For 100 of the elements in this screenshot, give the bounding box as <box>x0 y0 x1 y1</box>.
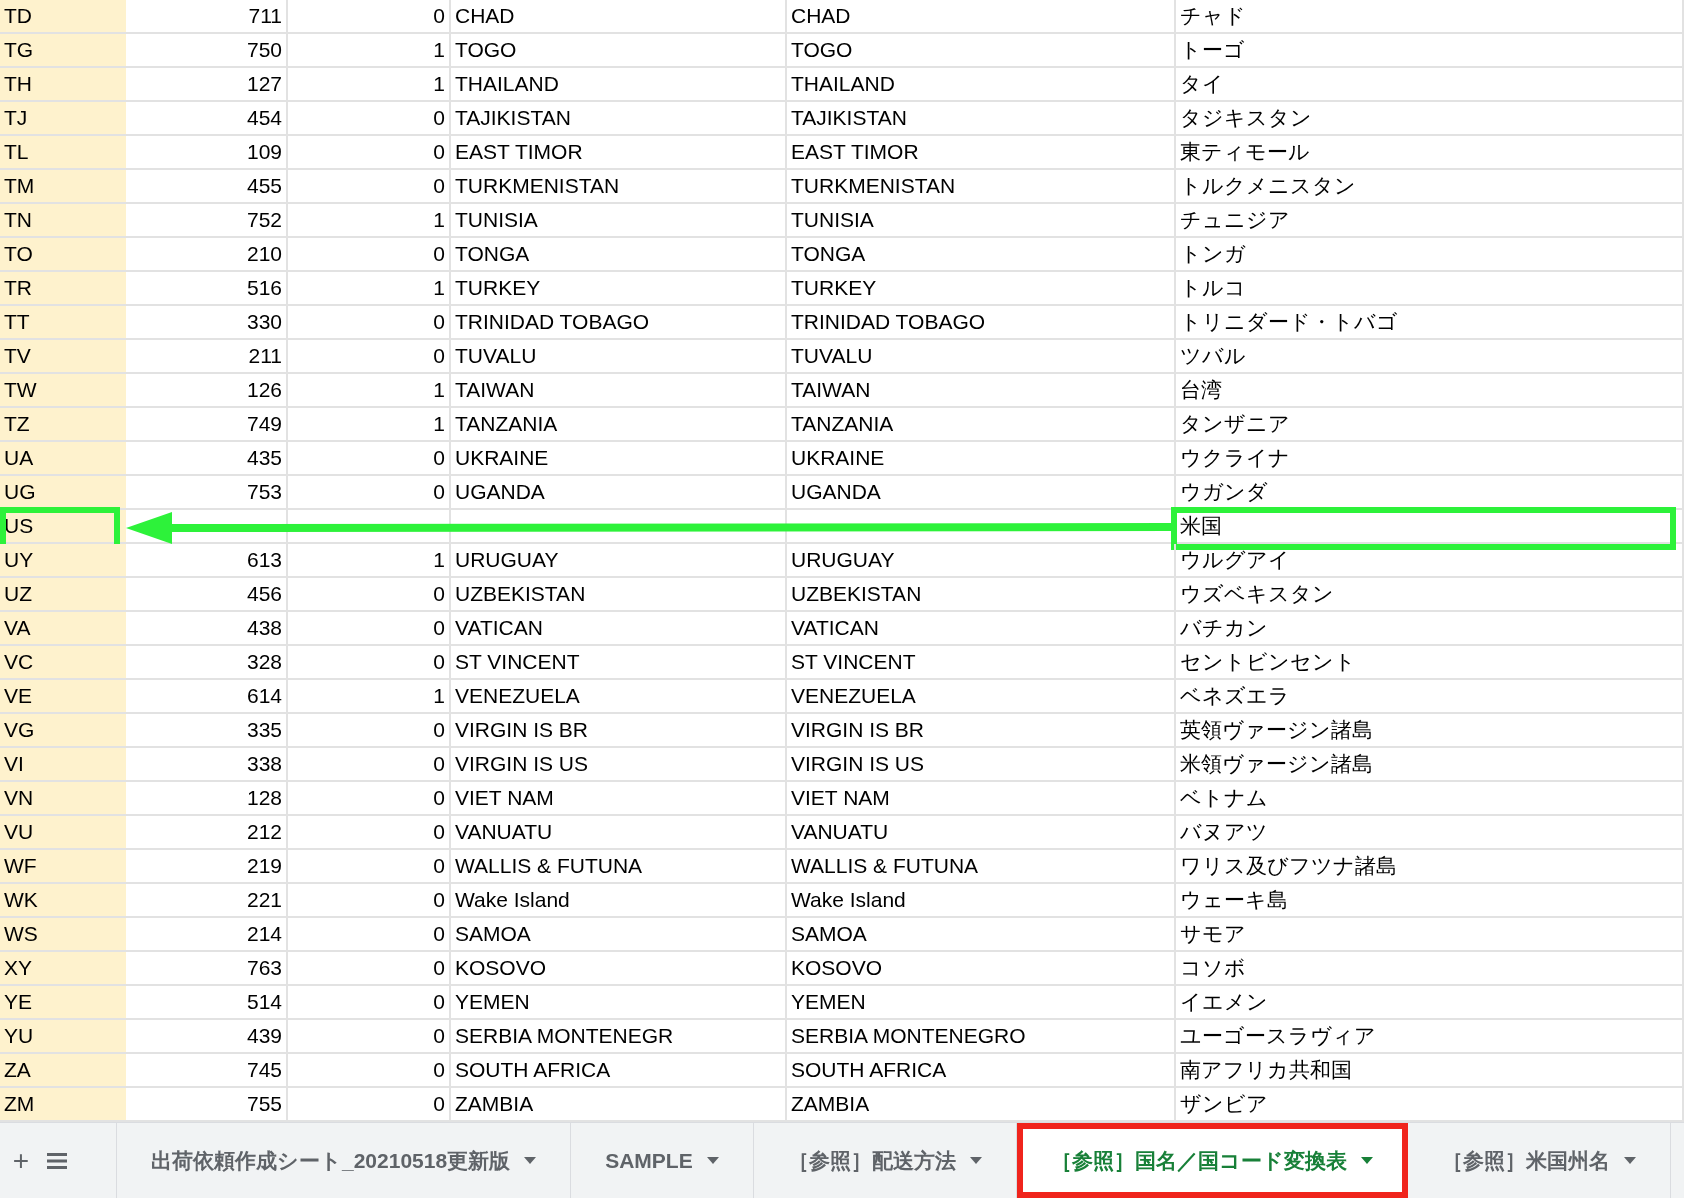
caret-icon <box>706 1157 719 1164</box>
table-cell: 614 <box>126 680 288 714</box>
table-cell: SOUTH AFRICA <box>451 1054 787 1088</box>
table-cell: TRINIDAD TOBAGO <box>451 306 787 340</box>
table-cell: SAMOA <box>787 918 1176 952</box>
table-cell: TAIWAN <box>451 374 787 408</box>
table-cell: UZ <box>0 578 126 612</box>
table-cell: 0 <box>288 238 451 272</box>
table-cell: ユーゴースラヴィア <box>1176 1020 1684 1054</box>
table-cell: 0 <box>288 340 451 374</box>
table-cell: ワリス及びフツナ諸島 <box>1176 850 1684 884</box>
table-cell: 127 <box>126 68 288 102</box>
table-cell: トルコ <box>1176 272 1684 306</box>
table-cell: バチカン <box>1176 612 1684 646</box>
table-cell: VA <box>0 612 126 646</box>
table-cell: 0 <box>288 1054 451 1088</box>
table-cell: EAST TIMOR <box>787 136 1176 170</box>
table-cell: ベトナム <box>1176 782 1684 816</box>
table-cell: 0 <box>288 646 451 680</box>
table-cell: 0 <box>288 102 451 136</box>
table-cell: TOGO <box>787 34 1176 68</box>
sheet-tab[interactable]: 出荷依頼作成シート_20210518更新版 <box>116 1123 572 1198</box>
table-cell: 763 <box>126 952 288 986</box>
menu-icon[interactable] <box>47 1152 67 1169</box>
table-cell: 0 <box>288 952 451 986</box>
table-cell: ZM <box>0 1088 126 1122</box>
table-cell: 0 <box>288 306 451 340</box>
table-cell: WALLIS & FUTUNA <box>787 850 1176 884</box>
table-cell: 335 <box>126 714 288 748</box>
add-sheet-button[interactable]: + <box>4 1123 38 1198</box>
table-cell: 456 <box>126 578 288 612</box>
table-cell: 0 <box>288 442 451 476</box>
table-cell: 0 <box>288 918 451 952</box>
table-cell: ウガンダ <box>1176 476 1684 510</box>
table-cell: 0 <box>288 0 451 34</box>
table-cell: 0 <box>288 816 451 850</box>
table-cell: URUGUAY <box>787 544 1176 578</box>
caret-icon <box>1360 1157 1373 1164</box>
table-cell: タジキスタン <box>1176 102 1684 136</box>
table-cell: VN <box>0 782 126 816</box>
table-cell: 126 <box>126 374 288 408</box>
table-cell: 753 <box>126 476 288 510</box>
table-cell: VANUATU <box>451 816 787 850</box>
table-cell: 1 <box>288 204 451 238</box>
table-cell: TUNISIA <box>787 204 1176 238</box>
table-cell: イエメン <box>1176 986 1684 1020</box>
table-cell: TAIWAN <box>787 374 1176 408</box>
table-cell: TAJIKISTAN <box>787 102 1176 136</box>
table-cell: WK <box>0 884 126 918</box>
table-cell: YEMEN <box>787 986 1176 1020</box>
table-cell: TANZANIA <box>787 408 1176 442</box>
table-cell: 750 <box>126 34 288 68</box>
table-cell: UG <box>0 476 126 510</box>
table-cell: TZ <box>0 408 126 442</box>
table-cell: VG <box>0 714 126 748</box>
table-cell: 330 <box>126 306 288 340</box>
sheet-tab[interactable]: ［参照］国名／国コード変換表 <box>1016 1123 1408 1198</box>
table-cell: VENEZUELA <box>787 680 1176 714</box>
table-cell: 328 <box>126 646 288 680</box>
table-cell: WALLIS & FUTUNA <box>451 850 787 884</box>
table-cell: KOSOVO <box>451 952 787 986</box>
table-cell: チュニジア <box>1176 204 1684 238</box>
table-cell: TUVALU <box>787 340 1176 374</box>
table-cell: UZBEKISTAN <box>787 578 1176 612</box>
table-cell: SOUTH AFRICA <box>787 1054 1176 1088</box>
table-cell: TO <box>0 238 126 272</box>
table-cell: 0 <box>288 714 451 748</box>
table-cell: ウズベキスタン <box>1176 578 1684 612</box>
table-cell: EAST TIMOR <box>451 136 787 170</box>
table-cell: トーゴ <box>1176 34 1684 68</box>
table-cell: TW <box>0 374 126 408</box>
table-cell: THAILAND <box>451 68 787 102</box>
table-cell: 1 <box>288 544 451 578</box>
table-cell: ウェーキ島 <box>1176 884 1684 918</box>
table-cell: 1 <box>288 408 451 442</box>
table-cell: ST VINCENT <box>451 646 787 680</box>
table-cell: 454 <box>126 102 288 136</box>
table-cell: CHAD <box>787 0 1176 34</box>
table-cell: TH <box>0 68 126 102</box>
table-cell: 211 <box>126 340 288 374</box>
table-cell: 439 <box>126 1020 288 1054</box>
table-cell: 南アフリカ共和国 <box>1176 1054 1684 1088</box>
table-cell: VI <box>0 748 126 782</box>
table-cell: Wake Island <box>451 884 787 918</box>
table-cell: KOSOVO <box>787 952 1176 986</box>
table-cell: UA <box>0 442 126 476</box>
table-cell: TOGO <box>451 34 787 68</box>
table-cell: TL <box>0 136 126 170</box>
table-cell: ZA <box>0 1054 126 1088</box>
table-cell: バヌアツ <box>1176 816 1684 850</box>
table-cell: 210 <box>126 238 288 272</box>
table-cell: UKRAINE <box>451 442 787 476</box>
table-cell: 1 <box>288 68 451 102</box>
table-cell: 749 <box>126 408 288 442</box>
caret-icon <box>969 1157 982 1164</box>
table-cell: YU <box>0 1020 126 1054</box>
table-cell: トルクメニスタン <box>1176 170 1684 204</box>
table-cell: 613 <box>126 544 288 578</box>
table-cell: THAILAND <box>787 68 1176 102</box>
table-cell: 米領ヴァージン諸島 <box>1176 748 1684 782</box>
